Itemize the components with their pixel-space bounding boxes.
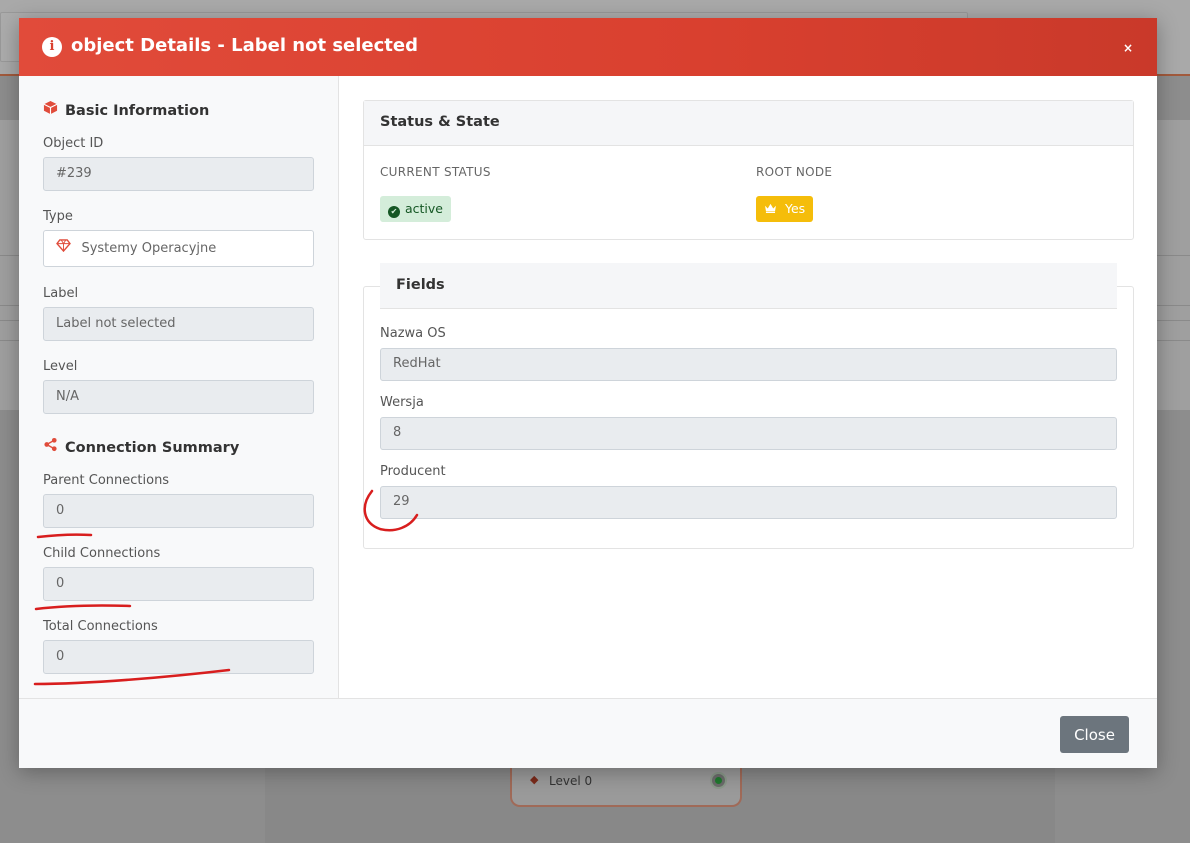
parent-connections-label: Parent Connections — [43, 473, 170, 488]
object-id-label: Object ID — [43, 136, 104, 151]
share-nodes-icon — [43, 437, 59, 456]
connection-summary-title: Connection Summary — [65, 440, 240, 456]
modal-title: object Details - Label not selected — [71, 35, 418, 56]
field-wersja-label: Wersja — [380, 395, 424, 410]
label-field[interactable]: Label not selected — [43, 307, 314, 341]
modal-header: i object Details - Label not selected × — [19, 18, 1157, 76]
level-label: Level — [43, 359, 78, 374]
fields-title: Fields — [396, 277, 445, 293]
close-icon[interactable]: × — [1123, 41, 1133, 55]
field-wersja-input[interactable]: 8 — [380, 417, 1117, 450]
layers-icon: ◆ — [530, 773, 539, 786]
details-sidebar: Basic Information Object ID #239 Type Sy… — [19, 76, 339, 698]
background-node-label: Level 0 — [549, 774, 593, 788]
status-badge: ✔ active — [380, 196, 451, 222]
fields-heading: Fields — [380, 263, 1117, 309]
status-badge-text: active — [405, 201, 443, 216]
connection-summary-heading: Connection Summary — [43, 437, 239, 456]
close-button[interactable]: Close — [1060, 716, 1129, 753]
field-wersja-value: 8 — [393, 425, 402, 440]
type-field[interactable]: Systemy Operacyjne — [43, 230, 314, 267]
details-main: Status & State CURRENT STATUS ✔ active RO… — [340, 76, 1157, 698]
child-connections-field[interactable]: 0 — [43, 567, 314, 601]
total-connections-label: Total Connections — [43, 619, 158, 634]
status-state-title: Status & State — [380, 114, 500, 130]
root-node-badge-text: Yes — [784, 201, 806, 216]
info-icon: i — [42, 37, 62, 57]
object-id-value: #239 — [56, 166, 92, 181]
parent-connections-field[interactable]: 0 — [43, 494, 314, 528]
object-id-field[interactable]: #239 — [43, 157, 314, 191]
field-nazwa-os-value: RedHat — [393, 356, 441, 371]
field-producent-input[interactable]: 29 — [380, 486, 1117, 519]
fields-card: Fields Nazwa OS RedHat Wersja 8 Producen… — [363, 263, 1134, 549]
basic-information-title: Basic Information — [65, 103, 210, 119]
current-status-label: CURRENT STATUS — [380, 165, 491, 179]
modal-footer: Close — [19, 698, 1157, 768]
cube-icon — [43, 100, 59, 119]
field-producent-value: 29 — [393, 494, 410, 509]
field-nazwa-os-input[interactable]: RedHat — [380, 348, 1117, 381]
type-value: Systemy Operacyjne — [81, 241, 217, 256]
child-connections-value: 0 — [56, 576, 65, 591]
root-node-badge: Yes — [756, 196, 814, 222]
object-details-modal: i object Details - Label not selected × … — [19, 18, 1157, 768]
status-dot-icon — [710, 772, 727, 789]
basic-information-heading: Basic Information — [43, 100, 209, 119]
type-label: Type — [43, 209, 73, 224]
total-connections-field[interactable]: 0 — [43, 640, 314, 674]
label-label: Label — [43, 286, 79, 301]
total-connections-value: 0 — [56, 649, 65, 664]
parent-connections-value: 0 — [56, 503, 65, 518]
label-value: Label not selected — [56, 316, 176, 331]
level-field[interactable]: N/A — [43, 380, 314, 414]
field-producent-label: Producent — [380, 464, 446, 479]
status-state-card: Status & State CURRENT STATUS ✔ active RO… — [363, 100, 1134, 240]
root-node-label: ROOT NODE — [756, 165, 833, 179]
check-circle-icon: ✔ — [388, 206, 400, 218]
child-connections-label: Child Connections — [43, 546, 161, 561]
level-value: N/A — [56, 389, 79, 404]
status-state-heading: Status & State — [364, 101, 1133, 146]
field-nazwa-os-label: Nazwa OS — [380, 326, 446, 341]
gem-icon — [56, 239, 75, 256]
crown-icon — [764, 201, 781, 216]
